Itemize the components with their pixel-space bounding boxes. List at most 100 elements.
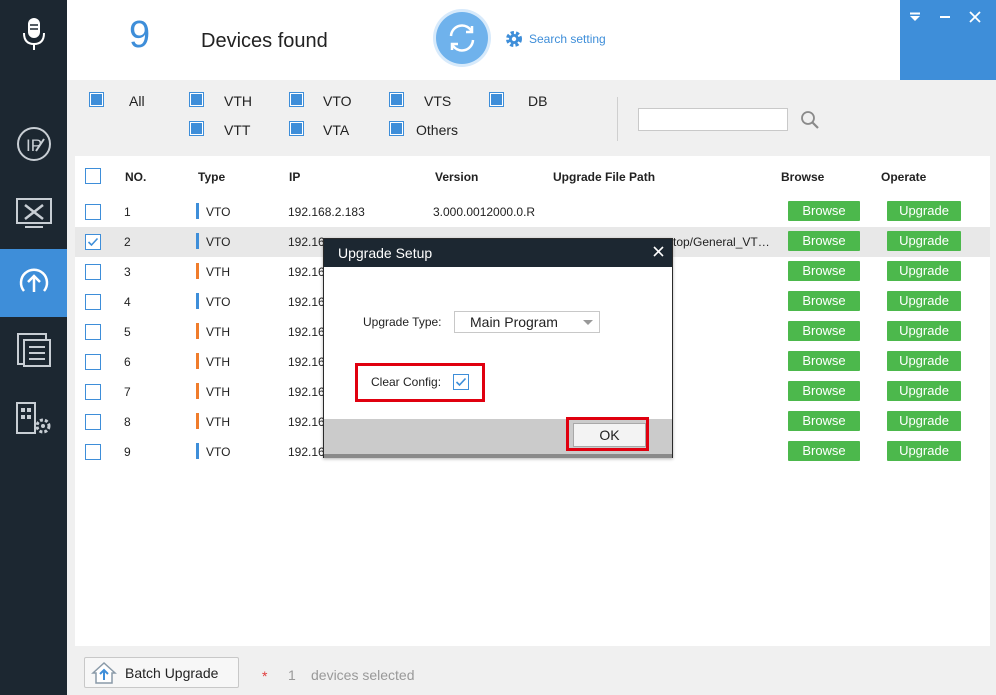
upgrade-button[interactable]: Upgrade	[887, 291, 961, 311]
upgrade-button[interactable]: Upgrade	[887, 381, 961, 401]
filter-vts-checkbox[interactable]	[389, 92, 404, 107]
dialog-close-button[interactable]	[653, 244, 664, 261]
minimize-button[interactable]	[936, 9, 954, 25]
gear-icon	[506, 31, 522, 47]
row-number: 5	[124, 325, 131, 339]
row-version: 3.000.0012000.0.R	[433, 205, 536, 219]
filter-db-checkbox[interactable]	[489, 92, 504, 107]
table-row[interactable]: 1 VTO 192.168.2.183 3.000.0012000.0.R Browse…	[75, 197, 990, 227]
browse-button[interactable]: Browse	[788, 261, 860, 281]
type-color-marker	[196, 413, 199, 429]
upgrade-button[interactable]: Upgrade	[887, 261, 961, 281]
header: 9 Devices found Search setting	[67, 0, 996, 80]
upgrade-type-select[interactable]: Main Program	[454, 311, 600, 333]
batch-upgrade-button[interactable]: Batch Upgrade	[84, 657, 239, 688]
row-type: VTH	[206, 355, 230, 369]
search-input[interactable]	[638, 108, 788, 131]
browse-button[interactable]: Browse	[788, 231, 860, 251]
browse-button[interactable]: Browse	[788, 381, 860, 401]
browse-button[interactable]: Browse	[788, 321, 860, 341]
browse-button[interactable]: Browse	[788, 291, 860, 311]
filter-vth-checkbox[interactable]	[189, 92, 204, 107]
row-checkbox[interactable]	[85, 414, 101, 430]
row-number: 3	[124, 265, 131, 279]
row-checkbox[interactable]	[85, 354, 101, 370]
filter-vta-checkbox[interactable]	[289, 121, 304, 136]
browse-button[interactable]: Browse	[788, 201, 860, 221]
close-button[interactable]	[966, 9, 984, 25]
clear-config-checkbox[interactable]	[453, 374, 469, 390]
filter-vts-label: VTS	[424, 93, 452, 109]
row-checkbox[interactable]	[85, 384, 101, 400]
browse-button[interactable]: Browse	[788, 441, 860, 461]
row-type: VTH	[206, 325, 230, 339]
upgrade-button[interactable]: Upgrade	[887, 321, 961, 341]
row-ip: 192.16	[288, 355, 325, 369]
window-controls	[900, 0, 996, 80]
sidebar-item-tools[interactable]	[0, 180, 67, 248]
search-setting-label: Search setting	[529, 32, 606, 46]
row-checkbox[interactable]	[85, 234, 101, 250]
browse-button[interactable]: Browse	[788, 411, 860, 431]
row-checkbox[interactable]	[85, 204, 101, 220]
upgrade-button[interactable]: Upgrade	[887, 441, 961, 461]
row-type: VTH	[206, 385, 230, 399]
sidebar-item-documents[interactable]	[0, 316, 67, 384]
ok-button[interactable]: OK	[573, 423, 646, 447]
row-checkbox[interactable]	[85, 294, 101, 310]
device-count: 9	[129, 14, 151, 56]
sidebar-item-upgrade[interactable]	[0, 249, 67, 317]
device-type-filters: All VTH VTO VTS DB VTT VTA Others	[67, 80, 996, 156]
row-number: 9	[124, 445, 131, 459]
select-all-checkbox[interactable]	[85, 168, 101, 184]
search-setting-link[interactable]: Search setting	[504, 29, 606, 49]
row-number: 1	[124, 205, 131, 219]
row-number: 7	[124, 385, 131, 399]
filter-vto-label: VTO	[323, 93, 352, 109]
filter-all-checkbox[interactable]	[89, 92, 104, 107]
type-color-marker	[196, 323, 199, 339]
row-ip: 192.16	[288, 385, 325, 399]
row-number: 4	[124, 295, 131, 309]
row-type: VTO	[206, 205, 231, 219]
type-color-marker	[196, 353, 199, 369]
filter-vto-checkbox[interactable]	[289, 92, 304, 107]
sidebar-item-building-settings[interactable]	[0, 385, 67, 453]
upgrade-setup-dialog: Upgrade Setup Upgrade Type: Main Program…	[323, 238, 673, 458]
row-upgrade-file-path: top/General_VT…	[673, 235, 770, 249]
row-ip: 192.16	[288, 445, 325, 459]
search-button[interactable]	[800, 110, 820, 135]
browse-button[interactable]: Browse	[788, 351, 860, 371]
upgrade-button[interactable]: Upgrade	[887, 351, 961, 371]
filter-vtt-checkbox[interactable]	[189, 121, 204, 136]
upgrade-button[interactable]: Upgrade	[887, 411, 961, 431]
upgrade-button[interactable]: Upgrade	[887, 231, 961, 251]
clear-config-label: Clear Config:	[371, 375, 442, 389]
minimize-icon	[940, 16, 950, 18]
row-ip: 192.16	[288, 235, 325, 249]
checkmark-icon	[455, 377, 467, 387]
sidebar-item-ip[interactable]: IP	[0, 110, 67, 178]
menu-dropdown-button[interactable]	[906, 9, 924, 25]
upgrade-type-value: Main Program	[470, 314, 558, 330]
col-header-browse: Browse	[781, 170, 825, 184]
sidebar-item-voice[interactable]	[0, 0, 67, 68]
row-checkbox[interactable]	[85, 444, 101, 460]
row-type: VTO	[206, 445, 231, 459]
footer: Batch Upgrade * 1 devices selected	[67, 648, 996, 695]
upgrade-button[interactable]: Upgrade	[887, 201, 961, 221]
dialog-title: Upgrade Setup	[324, 239, 672, 267]
row-ip: 192.16	[288, 265, 325, 279]
row-checkbox[interactable]	[85, 324, 101, 340]
filter-others-checkbox[interactable]	[389, 121, 404, 136]
type-color-marker	[196, 383, 199, 399]
filter-vtt-label: VTT	[224, 122, 251, 138]
filter-divider	[617, 97, 618, 141]
row-checkbox[interactable]	[85, 264, 101, 280]
selected-count: 1	[288, 667, 296, 683]
filter-vth-label: VTH	[224, 93, 252, 109]
refresh-button[interactable]	[436, 12, 488, 64]
row-number: 8	[124, 415, 131, 429]
required-star: *	[262, 668, 268, 684]
type-color-marker	[196, 263, 199, 279]
